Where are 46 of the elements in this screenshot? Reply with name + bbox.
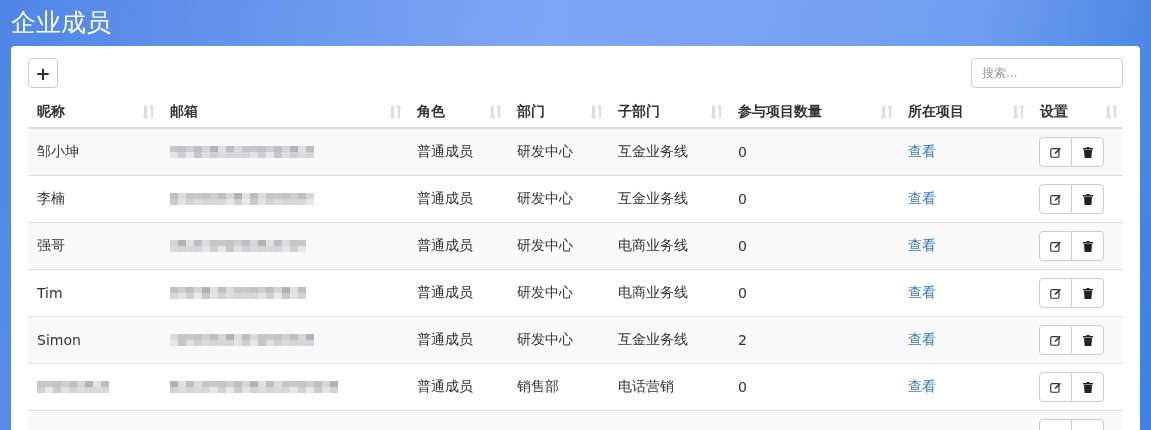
column-header[interactable]: 参与项目数量 [738, 102, 822, 121]
table-cell-text: 0 [737, 238, 747, 254]
table-cell-text: 电话营销 [617, 378, 674, 396]
table-cell-text: 电商业务线 [617, 284, 688, 302]
table-cell-text: 普通成员 [416, 331, 473, 349]
table-cell-text: 研发中心 [516, 190, 573, 208]
table-cell-text: 李楠 [36, 190, 65, 208]
column-header[interactable]: 设置 [1040, 102, 1068, 121]
table-cell-text: 0 [737, 191, 747, 207]
column-header[interactable]: 部门 [517, 102, 545, 121]
column-header[interactable]: 角色 [417, 102, 445, 121]
table-cell-text: 强哥 [36, 237, 65, 255]
table-cell-text: 邹小坤 [36, 143, 79, 161]
search-field[interactable]: 搜索... [971, 58, 1123, 88]
view-link[interactable]: 查看 [908, 237, 936, 255]
column-header[interactable]: 子部门 [618, 102, 660, 121]
column-header[interactable]: 邮箱 [170, 102, 198, 121]
table-cell-text: 普通成员 [416, 378, 473, 396]
table-cell-text: 电商业务线 [617, 237, 688, 255]
table-cell-text: 普通成员 [416, 284, 473, 302]
table-cell-text: Simon [36, 332, 81, 348]
page-title: 企业成员 [11, 7, 112, 39]
add-button[interactable]: + [28, 58, 58, 88]
table-cell-text: Tim [36, 285, 63, 301]
table-cell-text: 互金业务线 [617, 331, 688, 349]
table-cell-text: 互金业务线 [617, 190, 688, 208]
table-cell-text: 互金业务线 [617, 143, 688, 161]
view-link[interactable]: 查看 [908, 378, 936, 396]
table-cell-text: 研发中心 [516, 143, 573, 161]
table-cell-text: 0 [737, 285, 747, 301]
view-link[interactable]: 查看 [908, 284, 936, 302]
column-header[interactable]: 昵称 [37, 102, 65, 121]
table-cell-text: 普通成员 [416, 237, 473, 255]
table-cell-text: 研发中心 [516, 237, 573, 255]
view-link[interactable]: 查看 [908, 190, 936, 208]
table-cell-text: 普通成员 [416, 143, 473, 161]
table-cell-text: 0 [737, 144, 747, 160]
view-link[interactable]: 查看 [908, 143, 936, 161]
table-cell-text: 销售部 [516, 378, 559, 396]
table-cell-text: 研发中心 [516, 284, 573, 302]
table-cell-text: 2 [737, 332, 747, 348]
table-cell-text: 普通成员 [416, 190, 473, 208]
column-header[interactable]: 所在项目 [908, 102, 964, 121]
view-link[interactable]: 查看 [908, 331, 936, 349]
table-cell-text: 0 [737, 379, 747, 395]
table-cell-text: 研发中心 [516, 331, 573, 349]
